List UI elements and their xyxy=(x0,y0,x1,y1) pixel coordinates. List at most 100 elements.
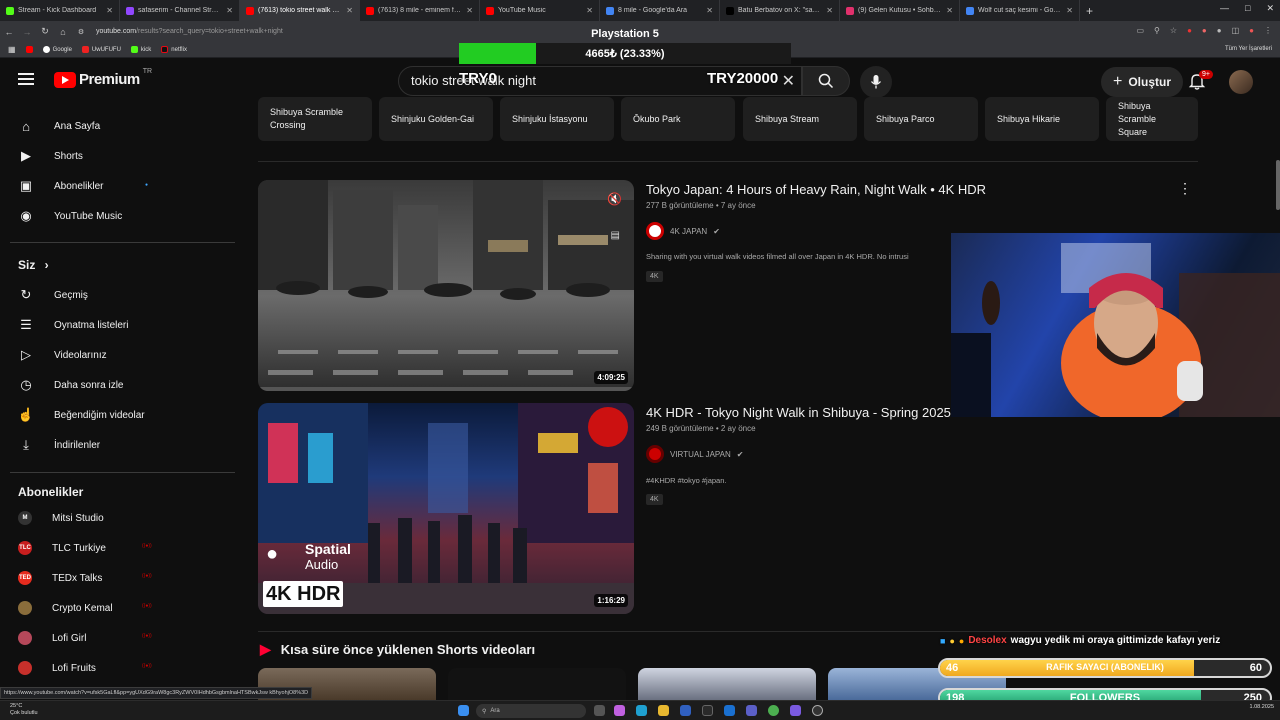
minimize-icon[interactable]: — xyxy=(1220,3,1229,14)
menu-dots-icon[interactable]: ⋮ xyxy=(1264,26,1272,35)
browser-tab[interactable]: (7613) 8 mile - eminem final ra ✕ xyxy=(360,0,480,21)
all-bookmarks-link[interactable]: Tüm Yer İşaretleri xyxy=(1225,46,1272,52)
reload-icon[interactable]: ↻ xyxy=(36,26,54,37)
search-chip[interactable]: Ōkubo Park xyxy=(621,97,735,141)
bookmark-star-icon[interactable]: ☆ xyxy=(1170,26,1177,35)
close-tab-icon[interactable]: ✕ xyxy=(346,6,353,15)
bookmark-uwufufu[interactable]: UwUFUFU xyxy=(81,46,121,53)
edge-icon[interactable] xyxy=(636,705,647,716)
back-icon[interactable]: ← xyxy=(0,27,18,37)
channel-link[interactable]: 4K JAPAN ✔ xyxy=(646,222,720,240)
outlook-icon[interactable] xyxy=(724,705,735,716)
subscription-item[interactable]: M Mitsi Studio xyxy=(18,511,104,525)
browser-tab[interactable]: (9) Gelen Kutusu • Sohbetler ✕ xyxy=(840,0,960,21)
account-avatar[interactable] xyxy=(1229,70,1253,94)
hamburger-menu-icon[interactable] xyxy=(18,73,34,85)
youtube-premium-logo[interactable]: Premium TR xyxy=(54,68,152,88)
video-menu-icon[interactable]: ⋮ xyxy=(1178,180,1192,197)
video-title[interactable]: Tokyo Japan: 4 Hours of Heavy Rain, Nigh… xyxy=(646,182,986,197)
sidebar-item[interactable]: ◉ YouTube Music xyxy=(18,208,122,224)
clear-search-icon[interactable]: ✕ xyxy=(782,71,795,91)
sidebar-item[interactable]: ⌂ Ana Sayfa xyxy=(18,118,100,134)
extension-icon[interactable]: ● xyxy=(1202,26,1207,35)
create-button[interactable]: + Oluştur xyxy=(1101,67,1184,97)
browser-tab[interactable]: 8 mile - Google'da Ara ✕ xyxy=(600,0,720,21)
short-thumbnail[interactable] xyxy=(638,668,816,700)
sidebar-item[interactable]: ☰ Oynatma listeleri xyxy=(18,317,128,333)
taskbar-clock[interactable]: 1.08.2025 xyxy=(1250,704,1274,711)
close-tab-icon[interactable]: ✕ xyxy=(586,6,593,15)
close-tab-icon[interactable]: ✕ xyxy=(226,6,233,15)
sidebar-item[interactable]: ▣ Abonelikler xyxy=(18,178,104,194)
taskbar-search[interactable]: ⚲ Ara xyxy=(476,704,586,718)
captions-icon[interactable]: ▤ xyxy=(611,230,620,241)
browser-tab[interactable]: safaserim - Channel Streams on ✕ xyxy=(120,0,240,21)
bookmark-google[interactable]: Google xyxy=(42,46,72,53)
page-scrollbar[interactable] xyxy=(1276,104,1280,700)
search-chip[interactable]: Shibuya Parco xyxy=(864,97,978,141)
close-tab-icon[interactable]: ✕ xyxy=(826,6,833,15)
close-window-icon[interactable]: ✕ xyxy=(1266,3,1274,14)
search-chip[interactable]: Shibuya Scramble Crossing xyxy=(258,97,372,141)
browser-tab[interactable]: (7613) tokio street walk night ✕ xyxy=(240,0,360,21)
search-chip[interactable]: Shinjuku Golden-Gai xyxy=(379,97,493,141)
browser-tab[interactable]: Stream - Kick Dashboard ✕ xyxy=(0,0,120,21)
channel-link[interactable]: VIRTUAL JAPAN ✔ xyxy=(646,445,743,463)
mute-icon[interactable]: 🔇 xyxy=(607,192,622,206)
browser-tab[interactable]: Wolf cut saç kesimi - Google'd ✕ xyxy=(960,0,1080,21)
scrollbar-thumb[interactable] xyxy=(1276,160,1280,210)
chrome-icon[interactable] xyxy=(768,705,779,716)
you-section-header[interactable]: Siz › xyxy=(18,258,49,272)
weather-widget[interactable]: 25°C Çok bulutlu xyxy=(10,703,38,717)
subscription-item[interactable]: Lofi Fruits xyxy=(18,661,96,675)
maximize-icon[interactable]: □ xyxy=(1245,3,1250,14)
close-tab-icon[interactable]: ✕ xyxy=(466,6,473,15)
bookmark-netflix[interactable]: netflix xyxy=(161,46,187,53)
search-chip[interactable]: Shinjuku İstasyonu xyxy=(500,97,614,141)
video-thumbnail[interactable]: ● Spatial Audio 4K HDR 1:16:29 xyxy=(258,403,634,614)
sidebar-item[interactable]: ⤓ İndirilenler xyxy=(18,437,100,453)
forward-icon[interactable]: → xyxy=(18,27,36,37)
search-chip[interactable]: Shibuya Stream xyxy=(743,97,857,141)
sidebar-item[interactable]: ▷ Videolarınız xyxy=(18,347,107,363)
new-tab-button[interactable]: + xyxy=(1080,4,1099,18)
subscription-item[interactable]: Lofi Girl xyxy=(18,631,86,645)
store-icon[interactable] xyxy=(680,705,691,716)
obs-icon[interactable] xyxy=(812,705,823,716)
task-view-icon[interactable] xyxy=(594,705,605,716)
subscription-item[interactable]: TLC TLC Turkiye xyxy=(18,541,106,555)
home-nav-icon[interactable]: ⌂ xyxy=(54,27,72,37)
close-tab-icon[interactable]: ✕ xyxy=(946,6,953,15)
subscription-item[interactable]: Crypto Kemal xyxy=(18,601,113,615)
windows-start-icon[interactable] xyxy=(458,705,469,716)
sidebar-item[interactable]: ☝ Beğendiğim videolar xyxy=(18,407,145,423)
copilot-icon[interactable] xyxy=(614,705,625,716)
subscription-item[interactable]: TED TEDx Talks xyxy=(18,571,102,585)
voice-search-button[interactable] xyxy=(860,66,892,98)
zoom-icon[interactable]: ⚲ xyxy=(1154,26,1160,35)
search-chip[interactable]: Shibuya Scramble Square xyxy=(1106,97,1198,141)
search-button[interactable] xyxy=(802,66,850,96)
bookmark-youtube[interactable] xyxy=(25,46,33,53)
browser-tab[interactable]: Batu Berbatov on X: "sabaha k ✕ xyxy=(720,0,840,21)
sidebar-item[interactable]: ↻ Geçmiş xyxy=(18,287,88,303)
close-tab-icon[interactable]: ✕ xyxy=(706,6,713,15)
extension-icon[interactable]: ● xyxy=(1217,26,1222,35)
sidebar-item[interactable]: ▶ Shorts xyxy=(18,148,83,164)
apps-icon[interactable]: ▦ xyxy=(8,45,16,54)
url-field[interactable]: youtube.com/results?search_query=tokio+s… xyxy=(96,28,283,35)
bookmark-kick[interactable]: kick xyxy=(130,46,151,53)
close-tab-icon[interactable]: ✕ xyxy=(106,6,113,15)
profile-icon[interactable]: ● xyxy=(1249,26,1254,35)
browser-tab[interactable]: YouTube Music ✕ xyxy=(480,0,600,21)
video-title[interactable]: 4K HDR - Tokyo Night Walk in Shibuya - S… xyxy=(646,405,951,420)
teams-icon[interactable] xyxy=(746,705,757,716)
short-thumbnail[interactable] xyxy=(448,668,626,700)
extensions-puzzle-icon[interactable]: ◫ xyxy=(1232,26,1240,35)
app-icon[interactable] xyxy=(702,705,713,716)
cast-icon[interactable]: ▭ xyxy=(1136,26,1144,35)
file-explorer-icon[interactable] xyxy=(658,705,669,716)
site-info-icon[interactable]: ⚙ xyxy=(72,28,90,36)
video-thumbnail[interactable]: 🔇 ▤ 4:09:25 xyxy=(258,180,634,391)
sidebar-item[interactable]: ◷ Daha sonra izle xyxy=(18,377,123,393)
